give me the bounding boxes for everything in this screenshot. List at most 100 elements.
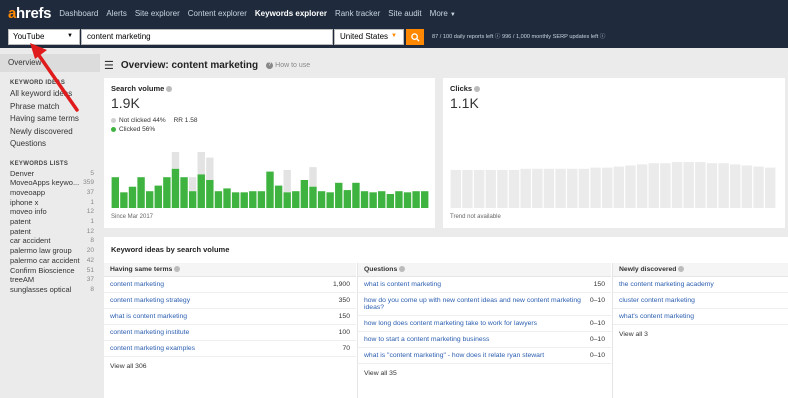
nav-more[interactable]: More ▼ [430,9,456,18]
keyword-link[interactable]: what is "content marketing" - how does i… [364,352,544,359]
keyword-list-item[interactable]: MoveoApps keywo... 359 [0,178,100,188]
keyword-list-name: patent [10,217,31,227]
keyword-list-item[interactable]: palermo car accident 42 [0,256,100,266]
view-all-link[interactable]: View all 3 [613,325,788,344]
clicked-bar [292,191,300,208]
keyword-list-item[interactable]: iphone x 1 [0,198,100,208]
sidebar: Overview KEYWORD IDEAS All keyword ideas… [0,54,100,398]
nav-rank-tracker[interactable]: Rank tracker [335,9,380,18]
sidebar-item-having-same-terms[interactable]: Having same terms [0,113,100,126]
clicked-bar [145,191,154,208]
newly-discovered-column: Newly discovered the content marketing a… [613,263,788,344]
nav-keywords-explorer[interactable]: Keywords explorer [255,9,327,18]
clicks-bar [741,165,753,208]
clicks-bar [520,168,531,208]
nav-content-explorer[interactable]: Content explorer [188,9,247,18]
table-row: cluster content marketing [613,293,788,309]
nav-dashboard[interactable]: Dashboard [59,9,98,18]
keyword-ideas-title: Keyword ideas by search volume [111,245,230,254]
keyword-list-item[interactable]: sunglasses optical 8 [0,285,100,295]
clicks-bar [532,168,543,208]
column-header[interactable]: Having same terms [104,263,356,277]
keyword-link[interactable]: how to start a content marketing busines… [364,336,489,343]
keyword-link[interactable]: cluster content marketing [619,297,695,304]
keyword-list-item[interactable]: Denver 5 [0,169,100,179]
keyword-link[interactable]: the content marketing academy [619,281,714,288]
keyword-list-item[interactable]: moveo info 12 [0,207,100,217]
keyword-list-item[interactable]: moveoapp 37 [0,188,100,198]
clicks-card: Clicks 1.1K Trend not available [443,78,785,228]
keyword-list-count: 42 [86,256,94,264]
keyword-link[interactable]: what is content marketing [364,281,441,288]
ahrefs-logo[interactable]: ahrefs [8,5,52,22]
keyword-list-item[interactable]: patent 12 [0,227,100,237]
column-header[interactable]: Questions [358,263,611,277]
table-row: the content marketing academy [613,277,788,293]
clicked-bar [214,191,223,208]
sidebar-item-questions[interactable]: Questions [0,138,100,151]
keyword-list-item[interactable]: patent 1 [0,217,100,227]
not-clicked-bar [309,167,317,187]
top-navbar: ahrefs Dashboard Alerts Site explorer Co… [0,0,788,26]
nav-alerts[interactable]: Alerts [106,9,126,18]
keyword-input[interactable]: content marketing [81,29,333,45]
volume-value: 1,900 [332,281,350,288]
help-icon: ? [266,61,274,69]
keyword-link[interactable]: what's content marketing [619,313,694,320]
clicks-chart [450,162,776,208]
search-engine-select[interactable]: YouTube ▼ [8,29,80,45]
clicks-bar [590,167,601,208]
clicked-bar [137,177,145,208]
nav-site-audit[interactable]: Site audit [388,9,421,18]
search-button[interactable] [406,29,424,45]
clicked-bar [154,185,162,208]
volume-value: 150 [338,313,350,320]
sidebar-item-overview[interactable]: Overview [0,54,100,72]
keyword-list-count: 5 [90,169,94,177]
sidebar-item-phrase-match[interactable]: Phrase match [0,101,100,114]
keyword-link[interactable]: content marketing institute [110,329,189,336]
keyword-list-count: 20 [86,247,94,255]
keyword-link[interactable]: how long does content marketing take to … [364,320,537,327]
clicked-bar [326,192,334,208]
keyword-lists-heading: KEYWORDS LISTS [10,160,69,167]
menu-icon[interactable]: ☰ [104,59,114,72]
questions-column: Questions what is content marketing 150 ho… [358,263,611,383]
not-clicked-bar [283,169,291,193]
keyword-list-name: moveo info [10,207,47,217]
clicks-bar [450,169,462,208]
search-volume-chart [111,152,429,208]
keyword-list-item[interactable]: palermo law group 20 [0,246,100,256]
clicked-bar [240,192,248,208]
view-all-link[interactable]: View all 306 [104,357,356,376]
clicked-bar [197,174,205,208]
search-bar: YouTube ▼ content marketing United States… [0,26,788,48]
keyword-list-item[interactable]: Confirm Bioscience 51 [0,266,100,276]
keyword-ideas-card: Keyword ideas by search volume Having sa… [104,237,788,398]
keyword-link[interactable]: how do you come up with new content idea… [364,297,584,311]
keyword-link[interactable]: content marketing [110,281,164,288]
how-to-use-link[interactable]: ? How to use [266,61,310,69]
keyword-link[interactable]: content marketing strategy [110,297,190,304]
keyword-link[interactable]: what is content marketing [110,313,187,320]
trend-note: Trend not available [450,214,501,220]
keyword-list-name: moveoapp [10,187,46,197]
clicks-bar [660,163,671,208]
keyword-list-name: iphone x [10,197,39,207]
clicked-bar [120,192,128,208]
sidebar-item-newly-discovered[interactable]: Newly discovered [0,126,100,139]
nav-site-explorer[interactable]: Site explorer [135,9,180,18]
keyword-list-name: Denver [10,168,35,178]
clicked-bar [188,191,197,208]
clicked-bar [274,185,283,208]
clicks-bar [485,169,496,208]
column-header[interactable]: Newly discovered [613,263,788,277]
keyword-list-count: 37 [86,188,94,196]
sidebar-item-all-keyword-ideas[interactable]: All keyword ideas [0,88,100,101]
keyword-link[interactable]: content marketing examples [110,345,195,352]
country-select[interactable]: United States ▼ [334,29,404,45]
view-all-link[interactable]: View all 35 [358,364,611,383]
keyword-list-item[interactable]: treeAM 37 [0,275,100,285]
keyword-list-item[interactable]: car accident 8 [0,236,100,246]
clicked-bar [343,190,352,208]
